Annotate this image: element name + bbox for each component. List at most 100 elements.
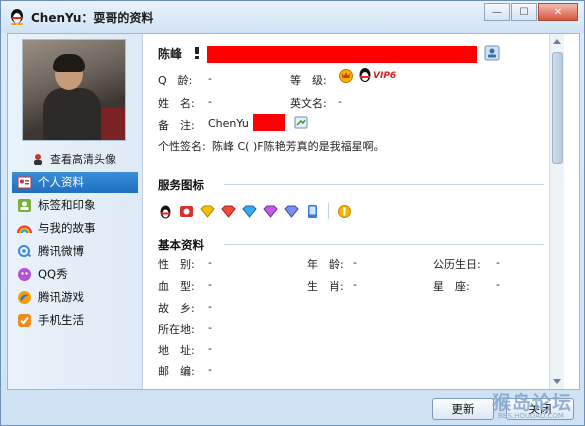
services-separator bbox=[328, 203, 329, 219]
vip-badge: VIP6 bbox=[373, 71, 397, 81]
remark-value: ChenYu bbox=[208, 117, 249, 130]
address-label: 地 址: bbox=[158, 344, 195, 357]
qq-penguin-icon bbox=[11, 9, 23, 25]
sidebar-item-label: QQ秀 bbox=[38, 267, 68, 281]
person-icon bbox=[34, 154, 42, 165]
rainbow-icon bbox=[17, 225, 32, 234]
close-window-button[interactable]: ✕ bbox=[538, 3, 578, 21]
postcode-label: 邮 编: bbox=[158, 365, 195, 378]
sidebar-item-label: 标签和印象 bbox=[38, 198, 96, 212]
scroll-down-arrow-icon[interactable] bbox=[553, 379, 561, 384]
redacted-qq-number bbox=[207, 46, 477, 63]
birthday-value: - bbox=[496, 256, 500, 269]
profile-content: 陈峰 Q 龄: - 等 级: VIP6 姓 名: - 英文名: - 备 注: C… bbox=[144, 34, 564, 389]
location-value: - bbox=[208, 321, 212, 334]
sidebar-item-profile[interactable]: 个人资料 bbox=[12, 172, 138, 193]
window-body: 查看高清头像 个人资料 标签和印象 与我的故事 腾讯微博 QQ秀 腾讯游戏 手机… bbox=[7, 33, 580, 390]
sidebar-item-label: 腾讯微博 bbox=[38, 244, 84, 258]
signature-value: 陈峰 C( )F陈艳芳真的是我福星啊。 bbox=[212, 140, 385, 153]
avatar-torso bbox=[43, 88, 101, 140]
sidebar-item-qqshow[interactable]: QQ秀 bbox=[12, 264, 138, 285]
pink-diamond-icon[interactable] bbox=[284, 204, 299, 219]
service-icons-row bbox=[158, 202, 358, 220]
age-label: 年 龄: bbox=[307, 258, 344, 271]
contact-card-icon[interactable] bbox=[484, 45, 500, 61]
postcode-value: - bbox=[208, 363, 212, 376]
more-services-icon[interactable] bbox=[337, 204, 352, 219]
remark-label: 备 注: bbox=[158, 119, 195, 132]
qq-age-value: - bbox=[208, 72, 212, 85]
mobile-qq-icon[interactable] bbox=[305, 204, 320, 219]
services-heading: 服务图标 bbox=[158, 178, 204, 192]
qq-age-label: Q 龄: bbox=[158, 74, 193, 87]
profile-name: 陈峰 bbox=[158, 47, 183, 61]
weibo-icon bbox=[18, 245, 32, 258]
english-name-label: 英文名: bbox=[290, 97, 327, 110]
avatar-hair bbox=[53, 54, 85, 72]
qqshow-icon bbox=[18, 268, 31, 281]
window-title: ChenYu：耍哥的资料 bbox=[31, 11, 154, 25]
redacted-remark bbox=[253, 114, 285, 131]
birthday-label: 公历生日: bbox=[433, 258, 481, 271]
sidebar-item-label: 个人资料 bbox=[38, 175, 84, 189]
blood-type-value: - bbox=[208, 278, 212, 291]
edit-remark-icon[interactable] bbox=[294, 116, 308, 129]
english-name-value: - bbox=[338, 95, 342, 108]
profile-window: ChenYu：耍哥的资料 — ☐ ✕ 查看高清头像 个人资料 标签和印象 与我的… bbox=[0, 0, 585, 426]
level-crown-icon[interactable] bbox=[338, 67, 354, 83]
sidebar-item-label: 与我的故事 bbox=[38, 221, 96, 235]
signature-label: 个性签名: bbox=[158, 140, 206, 153]
sidebar: 查看高清头像 个人资料 标签和印象 与我的故事 腾讯微博 QQ秀 腾讯游戏 手机… bbox=[8, 34, 143, 389]
gender-male-icon bbox=[195, 47, 199, 59]
blue-diamond-icon[interactable] bbox=[242, 204, 257, 219]
forum-watermark-url: BBS.HOUDAO.COM bbox=[498, 412, 564, 420]
hometown-value: - bbox=[208, 300, 212, 313]
purple-diamond-icon[interactable] bbox=[263, 204, 278, 219]
avatar[interactable] bbox=[22, 39, 126, 141]
tag-icon bbox=[18, 199, 31, 212]
mobile-check-icon bbox=[18, 314, 31, 327]
location-label: 所在地: bbox=[158, 323, 195, 336]
basic-info-divider bbox=[224, 244, 544, 245]
sidebar-item-mobile[interactable]: 手机生活 bbox=[12, 310, 138, 331]
zodiac-value: - bbox=[353, 278, 357, 291]
constellation-label: 星 座: bbox=[433, 280, 470, 293]
view-hd-avatar-link[interactable]: 查看高清头像 bbox=[32, 151, 116, 167]
gender-value: - bbox=[208, 256, 212, 269]
real-name-label: 姓 名: bbox=[158, 97, 195, 110]
qq-mail-icon[interactable] bbox=[179, 204, 194, 219]
content-scrollbar[interactable] bbox=[549, 34, 564, 389]
constellation-value: - bbox=[496, 278, 500, 291]
sidebar-item-stories[interactable]: 与我的故事 bbox=[12, 218, 138, 239]
sidebar-item-weibo[interactable]: 腾讯微博 bbox=[12, 241, 138, 262]
view-hd-label: 查看高清头像 bbox=[50, 153, 116, 166]
zodiac-label: 生 肖: bbox=[307, 280, 344, 293]
sidebar-nav: 个人资料 标签和印象 与我的故事 腾讯微博 QQ秀 腾讯游戏 手机生活 bbox=[12, 172, 138, 333]
profile-card-icon bbox=[17, 176, 32, 189]
yellow-diamond-icon[interactable] bbox=[200, 204, 215, 219]
scroll-up-arrow-icon[interactable] bbox=[553, 39, 561, 44]
blood-type-label: 血 型: bbox=[158, 280, 195, 293]
qq-member-icon[interactable] bbox=[158, 204, 173, 219]
vip-penguin-icon bbox=[359, 68, 371, 82]
window-controls: — ☐ ✕ bbox=[483, 3, 578, 21]
refresh-button[interactable]: 更新 bbox=[432, 398, 494, 420]
services-divider bbox=[224, 184, 544, 185]
scroll-thumb[interactable] bbox=[552, 52, 563, 164]
sidebar-item-label: 手机生活 bbox=[38, 313, 84, 327]
minimize-button[interactable]: — bbox=[484, 3, 510, 21]
address-value: - bbox=[208, 342, 212, 355]
game-icon bbox=[18, 291, 31, 304]
red-diamond-icon[interactable] bbox=[221, 204, 236, 219]
title-bar[interactable]: ChenYu：耍哥的资料 — ☐ ✕ bbox=[1, 1, 584, 33]
real-name-value: - bbox=[208, 95, 212, 108]
sidebar-item-games[interactable]: 腾讯游戏 bbox=[12, 287, 138, 308]
sidebar-item-label: 腾讯游戏 bbox=[38, 290, 84, 304]
gender-label: 性 别: bbox=[158, 258, 195, 271]
hometown-label: 故 乡: bbox=[158, 302, 195, 315]
sidebar-item-tags[interactable]: 标签和印象 bbox=[12, 195, 138, 216]
basic-info-heading: 基本资料 bbox=[158, 238, 204, 252]
level-label: 等 级: bbox=[290, 74, 327, 87]
forum-watermark: 猴岛论坛 bbox=[492, 392, 573, 414]
maximize-button[interactable]: ☐ bbox=[511, 3, 537, 21]
